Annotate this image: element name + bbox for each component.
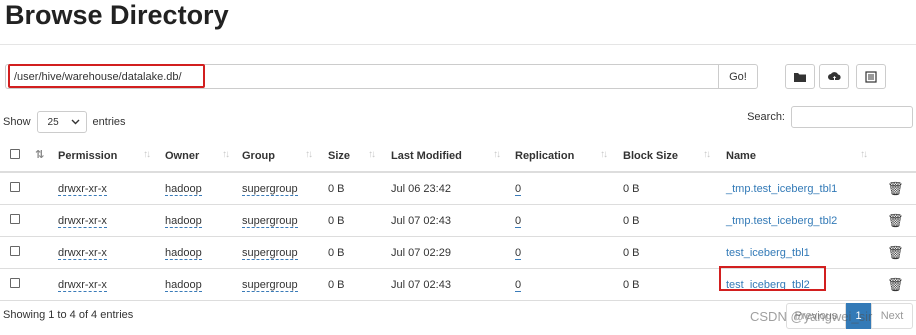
header-size[interactable]: Size ↑↓ [328, 140, 391, 173]
owner-cell[interactable]: hadoop [165, 182, 202, 196]
header-block-size[interactable]: Block Size ↑↓ [623, 140, 726, 173]
permission-cell[interactable]: drwxr-xr-x [58, 246, 107, 260]
sort-numeric-icon: ⇅ [35, 149, 45, 161]
header-permission[interactable]: Permission ↑↓ [58, 140, 165, 173]
folder-icon [794, 72, 806, 82]
table-row: drwxr-xr-x hadoop supergroup 0 B Jul 07 … [0, 204, 916, 237]
replication-cell[interactable]: 0 [515, 278, 522, 292]
trash-icon[interactable]: 🗑 [887, 277, 904, 292]
go-button[interactable]: Go! [718, 64, 758, 89]
group-cell[interactable]: supergroup [242, 182, 298, 196]
cut-paste-button[interactable] [856, 64, 886, 89]
block-size-cell: 0 B [623, 204, 726, 237]
name-link[interactable]: _tmp.test_iceberg_tbl2 [726, 215, 837, 227]
entries-select-value: 25 [47, 116, 59, 128]
trash-icon[interactable]: 🗑 [887, 213, 904, 228]
trash-icon[interactable]: 🗑 [887, 181, 904, 196]
entries-label: entries [92, 116, 126, 128]
cloud-upload-icon [827, 71, 841, 82]
header-owner[interactable]: Owner ↑↓ [165, 140, 242, 173]
trash-icon[interactable]: 🗑 [887, 245, 904, 260]
permission-cell[interactable]: drwxr-xr-x [58, 278, 107, 292]
permission-cell[interactable]: drwxr-xr-x [58, 182, 107, 196]
replication-cell[interactable]: 0 [515, 246, 522, 260]
owner-cell[interactable]: hadoop [165, 214, 202, 228]
size-cell: 0 B [328, 268, 391, 301]
size-cell: 0 B [328, 172, 391, 205]
modified-cell: Jul 07 02:43 [391, 204, 515, 237]
path-bar: Go! [5, 64, 758, 89]
modified-cell: Jul 07 02:29 [391, 236, 515, 269]
list-icon [865, 70, 877, 83]
row-checkbox[interactable] [10, 182, 20, 192]
group-cell[interactable]: supergroup [242, 278, 298, 292]
search-control: Search: [747, 106, 913, 128]
sort-icon: ↑↓ [305, 149, 313, 160]
block-size-cell: 0 B [623, 268, 726, 301]
table-header-row: ⇅ Permission ↑↓ Owner ↑↓ Group ↑↓ Size ↑↓ La… [0, 140, 916, 173]
permission-cell[interactable]: drwxr-xr-x [58, 214, 107, 228]
title-divider [0, 44, 916, 45]
sort-icon: ↑↓ [600, 149, 608, 160]
sort-icon: ↑↓ [703, 149, 711, 160]
size-cell: 0 B [328, 204, 391, 237]
entries-length-control: Show 25 entries [3, 111, 126, 133]
sort-icon: ↑↓ [493, 149, 501, 160]
next-page-button[interactable]: Next [871, 303, 913, 329]
header-actions [883, 140, 916, 173]
show-label: Show [3, 116, 31, 128]
header-select-all [0, 140, 30, 173]
modified-cell: Jul 06 23:42 [391, 172, 515, 205]
path-input[interactable] [5, 64, 718, 89]
header-sort-default[interactable]: ⇅ [30, 140, 58, 173]
row-checkbox[interactable] [10, 246, 20, 256]
sort-icon: ↑↓ [368, 149, 376, 160]
sort-icon: ↑↓ [143, 149, 151, 160]
sort-icon: ↑↓ [222, 149, 230, 160]
watermark: CSDN @yangwei_sir [750, 309, 873, 324]
row-checkbox[interactable] [10, 278, 20, 288]
owner-cell[interactable]: hadoop [165, 246, 202, 260]
table-info: Showing 1 to 4 of 4 entries [3, 309, 134, 321]
table-row: drwxr-xr-x hadoop supergroup 0 B Jul 07 … [0, 268, 916, 301]
name-link[interactable]: _tmp.test_iceberg_tbl1 [726, 183, 837, 195]
file-table: ⇅ Permission ↑↓ Owner ↑↓ Group ↑↓ Size ↑↓ La… [0, 140, 916, 301]
select-all-checkbox[interactable] [10, 149, 20, 159]
search-input[interactable] [791, 106, 913, 128]
block-size-cell: 0 B [623, 172, 726, 205]
create-directory-button[interactable] [785, 64, 815, 89]
header-group[interactable]: Group ↑↓ [242, 140, 328, 173]
header-last-modified[interactable]: Last Modified ↑↓ [391, 140, 515, 173]
name-link[interactable]: test_iceberg_tbl2 [726, 279, 810, 291]
group-cell[interactable]: supergroup [242, 214, 298, 228]
replication-cell[interactable]: 0 [515, 214, 522, 228]
block-size-cell: 0 B [623, 236, 726, 269]
search-label: Search: [747, 111, 785, 123]
table-row: drwxr-xr-x hadoop supergroup 0 B Jul 07 … [0, 236, 916, 269]
replication-cell[interactable]: 0 [515, 182, 522, 196]
table-row: drwxr-xr-x hadoop supergroup 0 B Jul 06 … [0, 172, 916, 205]
group-cell[interactable]: supergroup [242, 246, 298, 260]
chevron-down-icon [71, 119, 80, 125]
sort-icon: ↑↓ [860, 149, 868, 160]
name-link[interactable]: test_iceberg_tbl1 [726, 247, 810, 259]
row-checkbox[interactable] [10, 214, 20, 224]
header-replication[interactable]: Replication ↑↓ [515, 140, 623, 173]
size-cell: 0 B [328, 236, 391, 269]
header-name[interactable]: Name ↑↓ [726, 140, 883, 173]
owner-cell[interactable]: hadoop [165, 278, 202, 292]
upload-button[interactable] [819, 64, 849, 89]
entries-select[interactable]: 25 [36, 111, 87, 133]
page-title: Browse Directory [5, 0, 229, 30]
modified-cell: Jul 07 02:43 [391, 268, 515, 301]
